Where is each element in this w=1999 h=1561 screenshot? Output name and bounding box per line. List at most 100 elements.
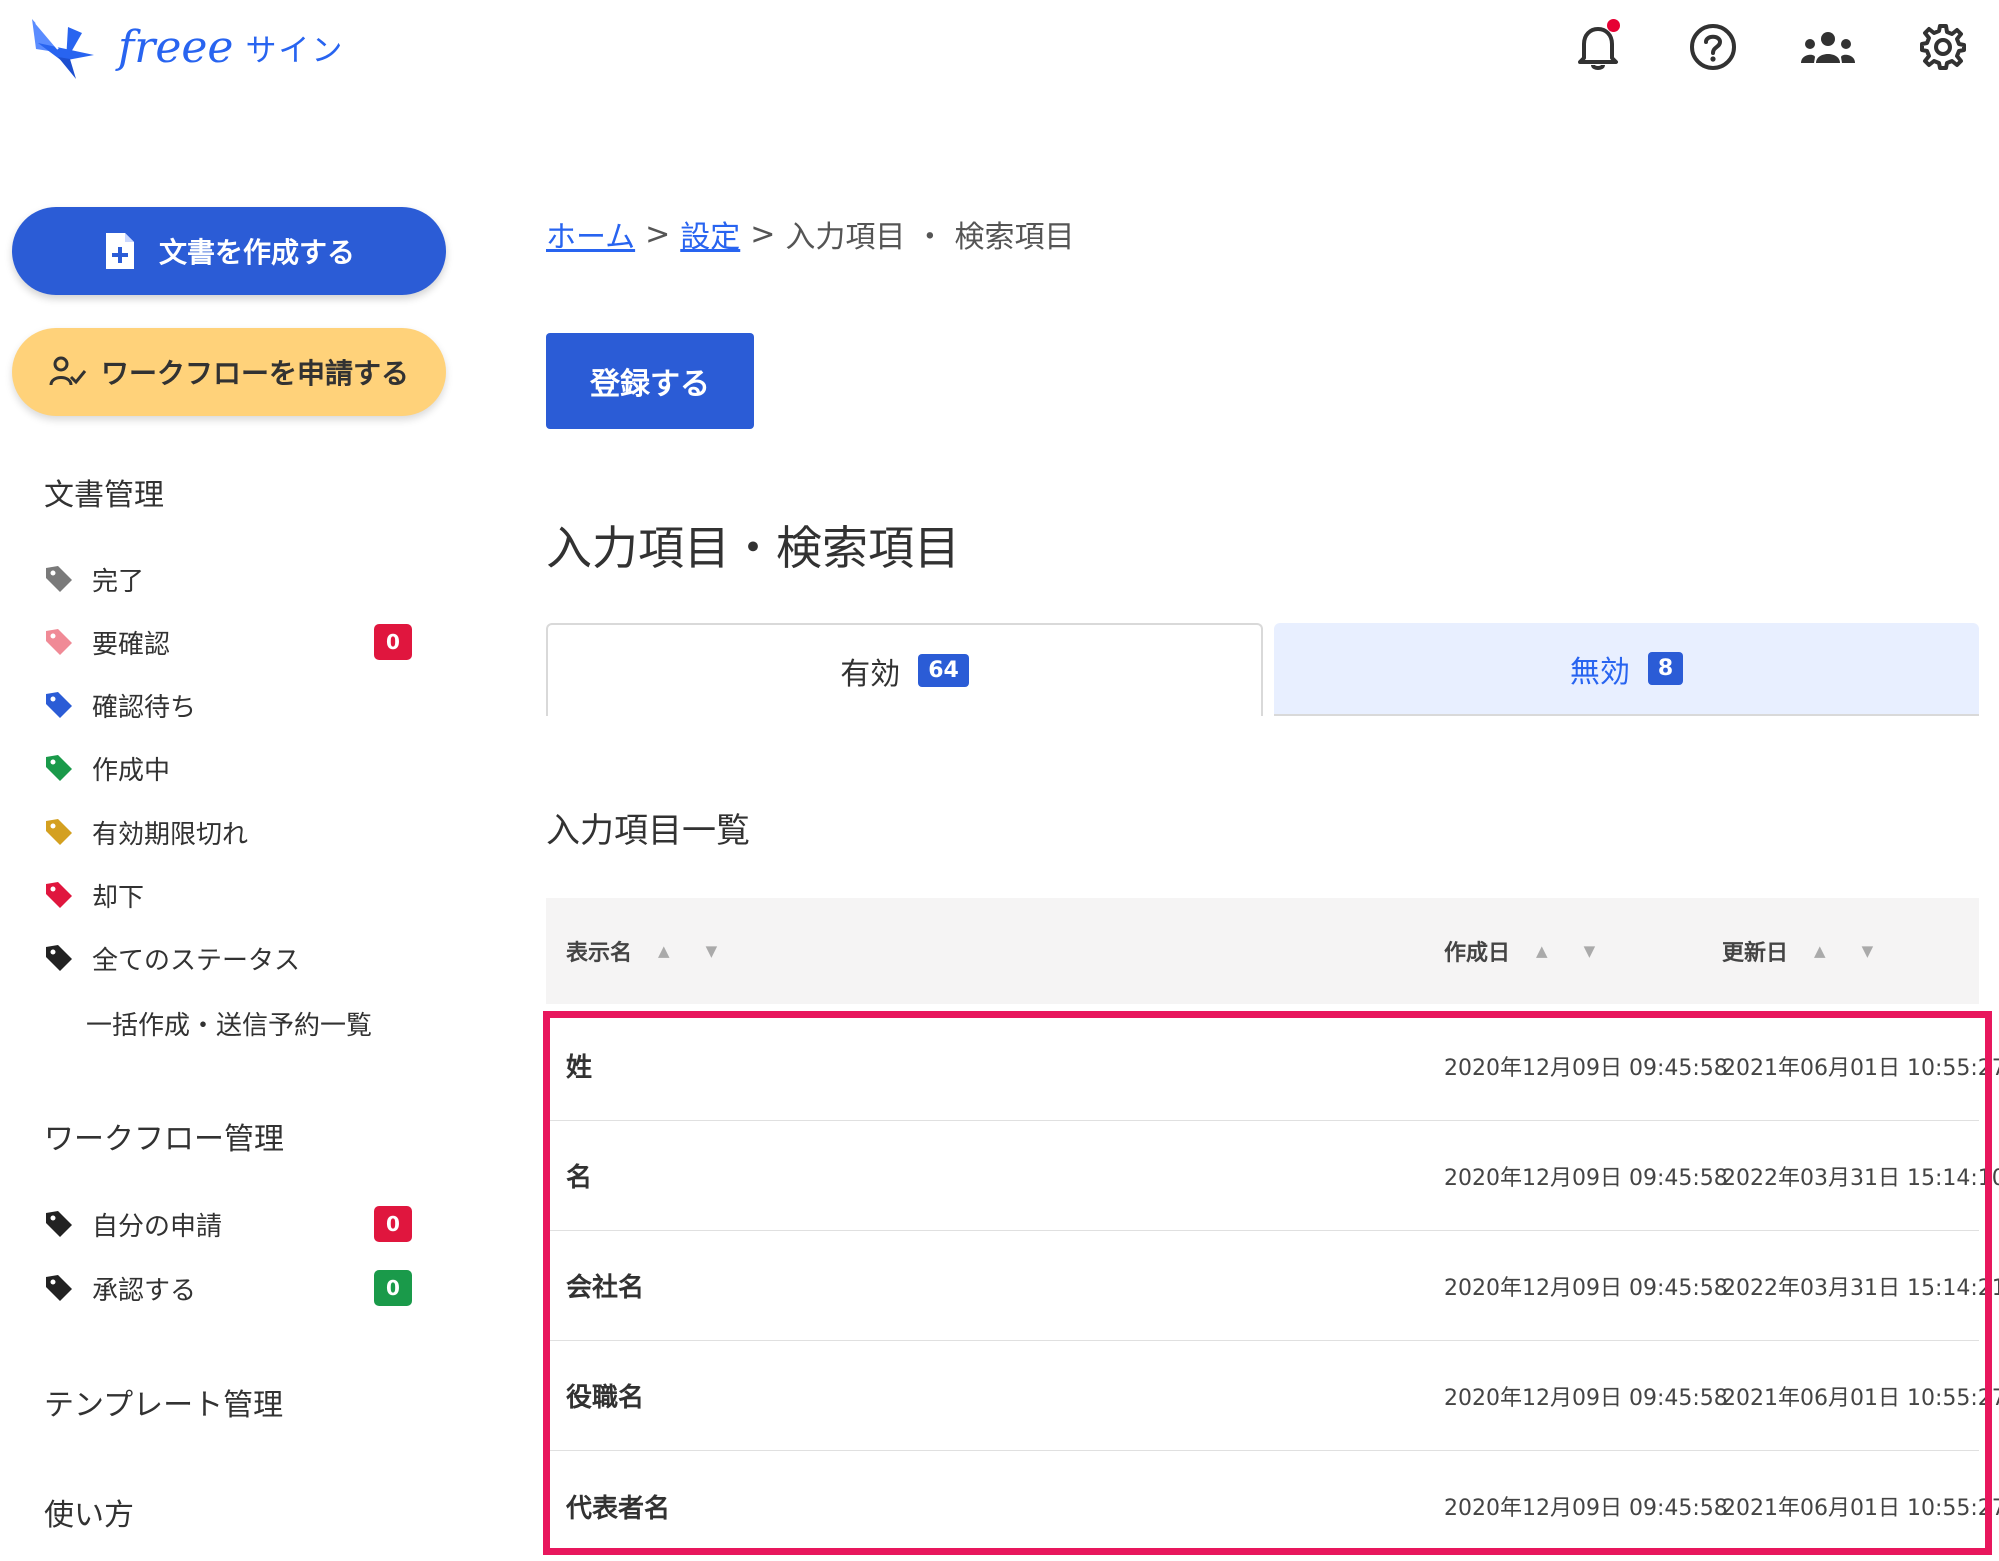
sort-desc-icon[interactable]: ▼: [706, 942, 718, 960]
tag-icon: [46, 945, 72, 971]
apply-workflow-button[interactable]: ワークフローを申請する: [12, 328, 446, 416]
count-badge: 0: [374, 1206, 412, 1242]
sidebar-item-label: 承認する: [92, 1275, 197, 1306]
breadcrumb-home-link[interactable]: ホーム: [546, 212, 635, 256]
cell-updated-date: 2022年03月31日 15:14:21: [1722, 1275, 1999, 1301]
freee-sign-logo[interactable]: freee サイン: [28, 10, 344, 85]
sidebar-item-label: 作成中: [92, 755, 171, 786]
notification-dot: [1607, 19, 1620, 32]
tag-icon: [46, 819, 72, 845]
cell-updated-date: 2021年06月01日 10:55:27: [1722, 1385, 1999, 1411]
add-document-icon: [105, 233, 134, 269]
cell-updated-date: 2022年03月31日 15:14:10: [1722, 1165, 1999, 1191]
logo-subtitle: サイン: [245, 33, 345, 69]
cell-updated-date: 2021年06月01日 10:55:27: [1722, 1055, 1999, 1081]
gear-icon: [1920, 24, 1966, 70]
table-row[interactable]: 名 2020年12月09日 09:45:58 2022年03月31日 15:14…: [546, 1121, 1999, 1231]
settings-button[interactable]: [1912, 16, 1974, 78]
workflow-management-heading: ワークフロー管理: [44, 1122, 284, 1157]
cell-created-date: 2020年12月09日 09:45:58: [1444, 1055, 1728, 1081]
bird-logo-icon: [32, 18, 94, 79]
cell-display-name: 姓: [566, 1053, 593, 1083]
sidebar-item-awaiting-confirmation[interactable]: 確認待ち: [44, 683, 424, 727]
sidebar-item-bulk-create-list[interactable]: 一括作成・送信予約一覧: [86, 1005, 372, 1042]
sidebar-item-expired[interactable]: 有効期限切れ: [44, 810, 424, 854]
help-button[interactable]: [1682, 16, 1744, 78]
cell-display-name: 名: [566, 1163, 593, 1193]
tag-icon: [46, 629, 72, 655]
sort-desc-icon[interactable]: ▼: [1862, 942, 1874, 960]
how-to-use-link[interactable]: 使い方: [44, 1490, 134, 1534]
cell-created-date: 2020年12月09日 09:45:58: [1444, 1165, 1728, 1191]
count-badge: 0: [374, 1270, 412, 1306]
tag-icon: [46, 1275, 72, 1301]
template-management-link[interactable]: テンプレート管理: [44, 1380, 283, 1424]
sidebar-item-all-statuses[interactable]: 全てのステータス: [44, 936, 424, 980]
cell-created-date: 2020年12月09日 09:45:58: [1444, 1275, 1728, 1301]
help-icon: [1690, 24, 1736, 70]
sidebar-item-label: 自分の申請: [92, 1211, 223, 1242]
logo-wordmark: freee: [118, 22, 234, 73]
tag-icon: [46, 755, 72, 781]
sidebar-item-approve[interactable]: 承認する 0: [44, 1266, 424, 1310]
sort-asc-icon[interactable]: ▲: [658, 942, 670, 960]
column-header-created: 作成日 ▲ ▼: [1444, 898, 1595, 1004]
column-label: 作成日: [1444, 941, 1511, 966]
tab-count-badge: 8: [1647, 652, 1684, 685]
sidebar-item-label: 要確認: [92, 629, 171, 660]
table-row[interactable]: 姓 2020年12月09日 09:45:58 2021年06月01日 10:55…: [546, 1011, 1999, 1121]
table-row[interactable]: 会社名 2020年12月09日 09:45:58 2022年03月31日 15:…: [546, 1231, 1999, 1341]
register-button[interactable]: 登録する: [546, 333, 754, 429]
sidebar-item-label: 全てのステータス: [92, 945, 301, 976]
breadcrumb-current: 入力項目 ・ 検索項目: [785, 220, 1075, 255]
team-icon: [1801, 32, 1855, 63]
sidebar-item-in-progress[interactable]: 作成中: [44, 746, 424, 790]
column-header-display-name: 表示名 ▲ ▼: [566, 898, 717, 1004]
tag-icon: [46, 692, 72, 718]
cell-created-date: 2020年12月09日 09:45:58: [1444, 1496, 1728, 1521]
count-badge: 0: [374, 624, 412, 660]
sort-desc-icon[interactable]: ▼: [1584, 942, 1596, 960]
sidebar-item-label: 却下: [92, 882, 145, 913]
table-header: 表示名 ▲ ▼ 作成日 ▲ ▼ 更新日 ▲ ▼: [546, 898, 1979, 1004]
breadcrumb-separator: >: [750, 216, 776, 252]
sidebar-item-label: 確認待ち: [92, 692, 197, 723]
cell-display-name: 役職名: [566, 1383, 645, 1413]
tab-label: 有効: [840, 656, 901, 692]
sort-asc-icon[interactable]: ▲: [1536, 942, 1548, 960]
section-title: 入力項目一覧: [546, 811, 750, 851]
notification-button[interactable]: [1567, 16, 1629, 78]
table-row[interactable]: 代表者名 2020年12月09日 09:45:58 2021年06月01日 10…: [546, 1451, 1999, 1561]
tab-count-badge: 64: [918, 654, 969, 687]
sidebar-item-completed[interactable]: 完了: [44, 557, 424, 601]
breadcrumb-separator: >: [645, 216, 671, 252]
column-label: 更新日: [1722, 941, 1789, 966]
sort-asc-icon[interactable]: ▲: [1814, 942, 1826, 960]
breadcrumb: ホーム > 設定 > 入力項目 ・ 検索項目: [546, 212, 1074, 256]
team-button[interactable]: [1797, 16, 1859, 78]
sidebar-item-my-requests[interactable]: 自分の申請 0: [44, 1202, 424, 1246]
create-document-button[interactable]: 文書を作成する: [12, 207, 446, 295]
breadcrumb-settings-link[interactable]: 設定: [680, 212, 740, 256]
page-title: 入力項目・検索項目: [546, 521, 960, 575]
document-management-heading: 文書管理: [44, 478, 164, 513]
tag-icon: [46, 1211, 72, 1237]
apply-workflow-label: ワークフローを申請する: [100, 357, 409, 390]
person-check-icon: [49, 356, 87, 386]
table-row[interactable]: 役職名 2020年12月09日 09:45:58 2021年06月01日 10:…: [546, 1341, 1999, 1451]
cell-created-date: 2020年12月09日 09:45:58: [1444, 1385, 1728, 1411]
cell-display-name: 会社名: [566, 1273, 645, 1303]
sidebar-item-label: 完了: [92, 566, 145, 597]
tab-label: 無効: [1569, 654, 1630, 690]
column-label: 表示名: [566, 941, 633, 966]
sidebar-item-needs-review[interactable]: 要確認 0: [44, 620, 424, 664]
tag-icon: [46, 882, 72, 908]
cell-updated-date: 2021年06月01日 10:55:27: [1722, 1496, 1999, 1521]
sidebar-item-label: 有効期限切れ: [92, 819, 249, 850]
create-document-label: 文書を作成する: [158, 236, 355, 269]
tag-icon: [46, 566, 72, 592]
sidebar-item-rejected[interactable]: 却下: [44, 873, 424, 917]
cell-display-name: 代表者名: [566, 1493, 671, 1524]
tab-enabled[interactable]: 有効 64: [546, 623, 1263, 716]
tab-disabled[interactable]: 無効 8: [1274, 623, 1979, 716]
